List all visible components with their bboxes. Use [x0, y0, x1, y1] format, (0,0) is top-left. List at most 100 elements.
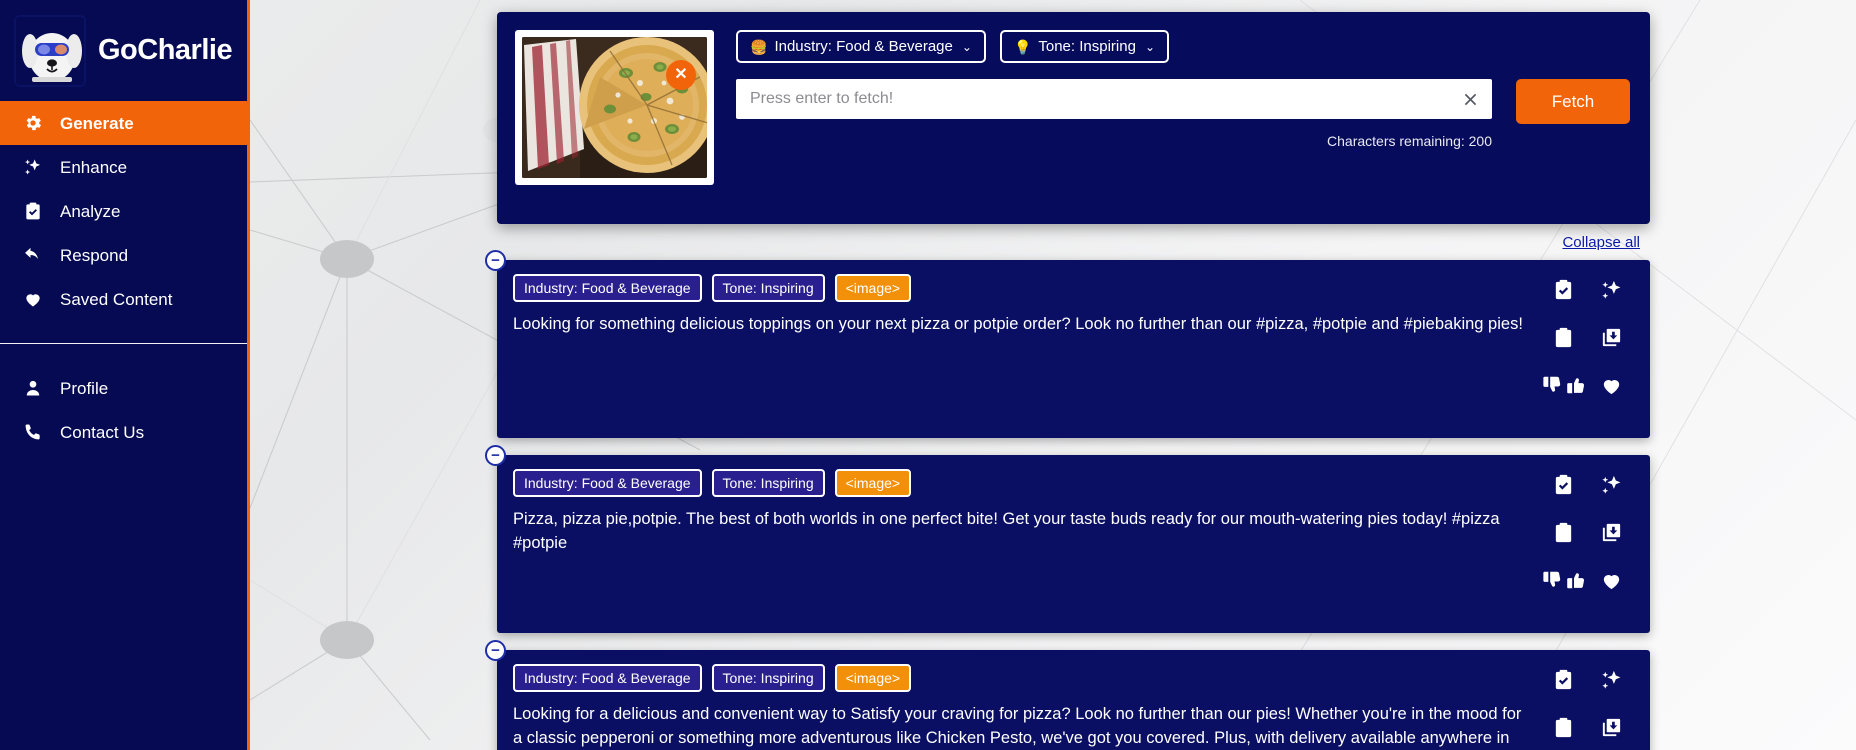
sidebar-item-profile[interactable]: Profile: [0, 366, 247, 410]
result-tag-row: Industry: Food & Beverage Tone: Inspirin…: [513, 664, 1532, 693]
save-icon[interactable]: [1598, 714, 1624, 740]
sidebar-item-contact-us[interactable]: Contact Us: [0, 410, 247, 454]
thumbs-pair-svg: [1543, 376, 1585, 394]
sidebar-item-generate[interactable]: Generate: [0, 101, 247, 145]
search-box[interactable]: [736, 79, 1492, 119]
tag-tone[interactable]: Tone: Inspiring: [711, 274, 825, 303]
result-actions: [1542, 469, 1632, 615]
enhance-icon[interactable]: [1598, 666, 1624, 692]
thumbs-rating-group[interactable]: [1541, 372, 1585, 398]
lightbulb-icon: 💡: [1013, 38, 1032, 55]
collapse-all-link[interactable]: Collapse all: [1562, 234, 1640, 251]
sidebar-item-label: Generate: [60, 113, 134, 133]
app-root: GoCharlie Generate Enhance Analyze Respo…: [0, 0, 1856, 750]
person-icon: [22, 377, 44, 399]
thumbs-down-icon: [1543, 376, 1561, 392]
tag-tone[interactable]: Tone: Inspiring: [711, 469, 825, 498]
chevron-down-icon: ⌄: [1144, 39, 1155, 54]
sidebar-divider: [0, 343, 247, 344]
favorite-heart-icon[interactable]: [1598, 372, 1624, 398]
enhance-icon[interactable]: [1598, 276, 1624, 302]
tag-image[interactable]: <image>: [834, 664, 912, 693]
brand[interactable]: GoCharlie: [0, 0, 247, 101]
sidebar-item-label: Saved Content: [60, 289, 173, 309]
collapse-all-row: Collapse all: [497, 234, 1650, 252]
chevron-down-icon: ⌄: [961, 39, 972, 54]
collapse-card-button[interactable]: −: [485, 250, 506, 271]
main-content: ✕ 🍔 Industry: Food & Beverage ⌄ 💡 Tone: …: [250, 0, 1856, 750]
collapse-card-button[interactable]: −: [485, 640, 506, 661]
result-tag-row: Industry: Food & Beverage Tone: Inspirin…: [513, 274, 1532, 303]
brand-name: GoCharlie: [98, 34, 233, 66]
fetch-button[interactable]: Fetch: [1516, 79, 1630, 124]
save-icon[interactable]: [1598, 324, 1624, 350]
result-text: Looking for a delicious and convenient w…: [513, 705, 1522, 748]
analyze-icon[interactable]: [1550, 666, 1576, 692]
result-text: Pizza, pizza pie,potpie. The best of bot…: [513, 510, 1500, 553]
sidebar-item-label: Analyze: [60, 201, 121, 221]
thumbs-rating-group[interactable]: [1541, 567, 1585, 593]
remove-image-button[interactable]: ✕: [666, 60, 696, 90]
respond-icon[interactable]: [1550, 714, 1576, 740]
respond-icon[interactable]: [1550, 519, 1576, 545]
result-text: Looking for something delicious toppings…: [513, 315, 1523, 334]
tag-image[interactable]: <image>: [834, 274, 912, 303]
pizza-image: [522, 37, 707, 178]
uploaded-image-thumbnail[interactable]: ✕: [515, 30, 714, 185]
result-card-body: Industry: Food & Beverage Tone: Inspirin…: [513, 664, 1542, 750]
tag-industry[interactable]: Industry: Food & Beverage: [513, 469, 702, 498]
analyze-icon[interactable]: [1550, 471, 1576, 497]
collapse-card-button[interactable]: −: [485, 445, 506, 466]
result-card-body: Industry: Food & Beverage Tone: Inspirin…: [513, 274, 1542, 420]
sidebar: GoCharlie Generate Enhance Analyze Respo…: [0, 0, 250, 750]
thumbs-down-icon: [1543, 571, 1561, 587]
thumbs-up-icon: [1567, 378, 1585, 394]
search-input[interactable]: [736, 79, 1492, 119]
result-card: − Industry: Food & Beverage Tone: Inspir…: [485, 250, 1650, 438]
close-icon[interactable]: [1460, 89, 1480, 109]
sidebar-item-label: Respond: [60, 245, 129, 265]
fetch-input-row: Fetch: [736, 79, 1630, 124]
clipboard-check-icon: [22, 200, 44, 222]
heart-icon: [22, 288, 44, 310]
result-card: − Industry: Food & Beverage Tone: Inspir…: [485, 640, 1650, 750]
tag-industry[interactable]: Industry: Food & Beverage: [513, 664, 702, 693]
sidebar-item-enhance[interactable]: Enhance: [0, 145, 247, 189]
result-card-body: Industry: Food & Beverage Tone: Inspirin…: [513, 469, 1542, 615]
sidebar-item-saved-content[interactable]: Saved Content: [0, 277, 247, 321]
analyze-icon[interactable]: [1550, 276, 1576, 302]
tone-dropdown[interactable]: 💡 Tone: Inspiring ⌄: [999, 30, 1169, 63]
industry-dropdown[interactable]: 🍔 Industry: Food & Beverage ⌄: [736, 30, 986, 63]
enhance-icon[interactable]: [1598, 471, 1624, 497]
sidebar-item-respond[interactable]: Respond: [0, 233, 247, 277]
composer-panel: ✕ 🍔 Industry: Food & Beverage ⌄ 💡 Tone: …: [497, 12, 1650, 224]
save-icon[interactable]: [1598, 519, 1624, 545]
favorite-heart-icon[interactable]: [1598, 567, 1624, 593]
content-column: ✕ 🍔 Industry: Food & Beverage ⌄ 💡 Tone: …: [485, 12, 1650, 750]
hamburger-icon: 🍔: [750, 38, 768, 55]
industry-dropdown-label: Industry: Food & Beverage: [774, 38, 953, 55]
pizza-photo-svg: [522, 37, 707, 178]
sparkles-icon: [22, 156, 44, 178]
filter-chip-row: 🍔 Industry: Food & Beverage ⌄ 💡 Tone: In…: [736, 30, 1630, 63]
reply-arrow-icon: [22, 244, 44, 266]
sidebar-item-label: Profile: [60, 378, 109, 398]
tone-dropdown-label: Tone: Inspiring: [1038, 38, 1136, 55]
sidebar-item-label: Contact Us: [60, 422, 145, 442]
sidebar-item-analyze[interactable]: Analyze: [0, 189, 247, 233]
primary-nav: Generate Enhance Analyze Respond Saved C…: [0, 101, 247, 454]
tag-tone[interactable]: Tone: Inspiring: [711, 664, 825, 693]
characters-remaining-label: Characters remaining: 200: [1327, 133, 1492, 149]
gear-icon: [22, 112, 44, 134]
results-list: − Industry: Food & Beverage Tone: Inspir…: [485, 250, 1650, 750]
respond-icon[interactable]: [1550, 324, 1576, 350]
thumbs-up-icon: [1567, 573, 1585, 589]
tag-image[interactable]: <image>: [834, 469, 912, 498]
thumbs-pair-svg: [1543, 571, 1585, 589]
charlie-dog-logo-icon: [14, 14, 86, 87]
result-actions: [1542, 274, 1632, 420]
dog-logo-svg: [16, 16, 84, 85]
tag-industry[interactable]: Industry: Food & Beverage: [513, 274, 702, 303]
phone-icon: [22, 421, 44, 443]
composer-controls: 🍔 Industry: Food & Beverage ⌄ 💡 Tone: In…: [736, 30, 1630, 202]
